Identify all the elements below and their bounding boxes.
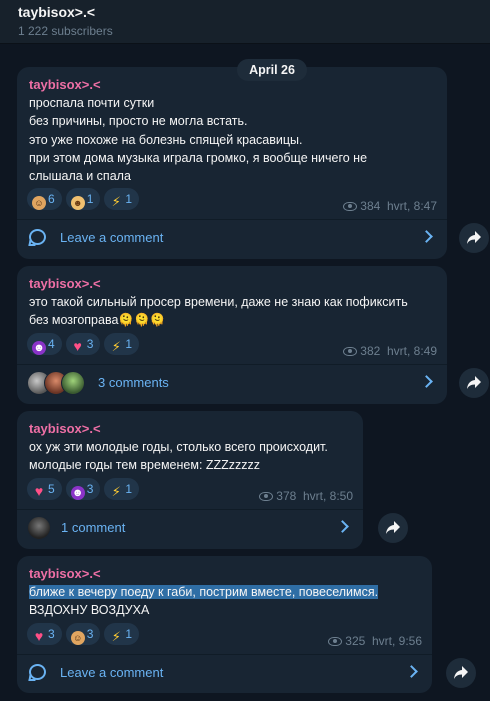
view-count: 384 xyxy=(360,199,381,213)
post-signature: hvrt, 8:47 xyxy=(386,199,437,213)
channel-post[interactable]: taybisox>.< ближе к вечеру поеду к габи,… xyxy=(17,556,432,693)
reaction-button[interactable]: ♥ 3 xyxy=(65,333,101,355)
share-icon xyxy=(467,376,481,389)
comments-button[interactable]: Leave a comment xyxy=(17,219,447,259)
reaction-button[interactable]: ♥ 5 xyxy=(27,478,62,500)
share-button[interactable] xyxy=(446,658,476,688)
face-icon: ☺ xyxy=(70,631,85,645)
face-icon: ☺ xyxy=(32,196,46,210)
emoji: 🫠🫠🫠 xyxy=(118,313,166,328)
reaction-button[interactable]: ♥ 3 xyxy=(27,623,62,645)
view-count: 382 xyxy=(360,344,381,358)
comments-button[interactable]: 1 comment xyxy=(17,509,363,549)
reaction-button[interactable]: ☻ 4 xyxy=(27,333,62,355)
share-button[interactable] xyxy=(459,368,489,398)
share-button[interactable] xyxy=(378,513,408,543)
reaction-button[interactable]: ☺ 6 xyxy=(27,188,62,210)
share-icon xyxy=(454,666,468,679)
reaction-button[interactable]: ☻ 3 xyxy=(65,478,101,500)
channel-post[interactable]: taybisox>.< проспала почти сутки без при… xyxy=(17,67,447,259)
post-author: taybisox>.< xyxy=(29,566,101,581)
chevron-right-icon xyxy=(420,375,433,388)
channel-post[interactable]: taybisox>.< ох уж эти молодые годы, стол… xyxy=(17,411,363,549)
views-icon xyxy=(328,637,343,646)
chevron-right-icon xyxy=(405,665,418,678)
comments-label: 1 comment xyxy=(61,520,126,535)
avatar xyxy=(27,516,51,540)
post-signature: hvrt, 8:49 xyxy=(386,344,437,358)
channel-post[interactable]: taybisox>.< это такой сильный просер вре… xyxy=(17,266,447,404)
post-author: taybisox>.< xyxy=(29,77,101,92)
share-button[interactable] xyxy=(459,223,489,253)
avatar xyxy=(61,371,85,395)
lightning-icon: ⚡ xyxy=(111,629,121,644)
reactions-bar: ☻ 4 ♥ 3 ⚡ 1 xyxy=(27,333,143,355)
post-signature: hvrt, 8:50 xyxy=(302,489,353,503)
chevron-right-icon xyxy=(336,520,349,533)
view-count: 325 xyxy=(345,634,366,648)
lightning-icon: ⚡ xyxy=(111,484,121,499)
views-icon xyxy=(343,347,358,356)
post-meta: 384 hvrt, 8:47 xyxy=(343,199,437,213)
post-text: это такой сильный просер времени, даже н… xyxy=(29,295,408,328)
cowboy-icon: ☻ xyxy=(70,196,85,210)
commenter-avatars xyxy=(27,371,85,395)
views-icon xyxy=(259,492,274,501)
reactions-bar: ☺ 6 ☻ 1 ⚡ 1 xyxy=(27,188,143,210)
reaction-button[interactable]: ⚡ 1 xyxy=(104,188,140,210)
post-meta: 382 hvrt, 8:49 xyxy=(343,344,437,358)
selected-text: ближе к вечеру поеду к габи, пострим вме… xyxy=(29,585,379,599)
lightning-icon: ⚡ xyxy=(111,194,121,209)
reaction-button[interactable]: ⚡ 1 xyxy=(104,478,140,500)
post-text: ох уж эти молодые годы, столько всего пр… xyxy=(29,440,328,473)
devil-icon: ☻ xyxy=(70,486,85,500)
broken-heart-icon: ♥ xyxy=(34,628,44,644)
post-text: ближе к вечеру поеду к габи, пострим вме… xyxy=(29,585,379,618)
post-meta: 378 hvrt, 8:50 xyxy=(259,489,353,503)
commenter-avatars xyxy=(27,516,51,540)
reactions-bar: ♥ 3 ☺ 3 ⚡ 1 xyxy=(27,623,143,645)
channel-header[interactable]: taybisox>.< 1 222 subscribers xyxy=(0,0,490,44)
post-meta: 325 hvrt, 9:56 xyxy=(328,634,422,648)
comments-label: 3 comments xyxy=(98,375,169,390)
comments-button[interactable]: Leave a comment xyxy=(17,654,432,693)
comments-button[interactable]: 3 comments xyxy=(17,364,447,404)
reaction-button[interactable]: ☻ 1 xyxy=(65,188,101,210)
comment-icon xyxy=(29,664,46,680)
broken-heart-icon: ♥ xyxy=(34,483,44,499)
comments-label: Leave a comment xyxy=(60,665,164,680)
channel-title: taybisox>.< xyxy=(18,4,96,20)
date-divider: April 26 xyxy=(237,59,307,81)
views-icon xyxy=(343,202,358,211)
reaction-button[interactable]: ⚡ 1 xyxy=(104,623,140,645)
reactions-bar: ♥ 5 ☻ 3 ⚡ 1 xyxy=(27,478,143,500)
subscriber-count: 1 222 subscribers xyxy=(18,24,113,38)
reaction-button[interactable]: ⚡ 1 xyxy=(104,333,140,355)
comments-label: Leave a comment xyxy=(60,230,164,245)
chevron-right-icon xyxy=(420,230,433,243)
lightning-icon: ⚡ xyxy=(111,339,121,354)
share-icon xyxy=(386,521,400,534)
broken-heart-icon: ♥ xyxy=(73,338,82,354)
post-signature: hvrt, 9:56 xyxy=(371,634,422,648)
post-author: taybisox>.< xyxy=(29,421,101,436)
reaction-button[interactable]: ☺ 3 xyxy=(65,623,101,645)
post-text: проспала почти сутки без причины, просто… xyxy=(29,96,368,184)
share-icon xyxy=(467,231,481,244)
devil-icon: ☻ xyxy=(32,341,46,355)
post-author: taybisox>.< xyxy=(29,276,101,291)
comment-icon xyxy=(29,229,46,245)
view-count: 378 xyxy=(276,489,297,503)
